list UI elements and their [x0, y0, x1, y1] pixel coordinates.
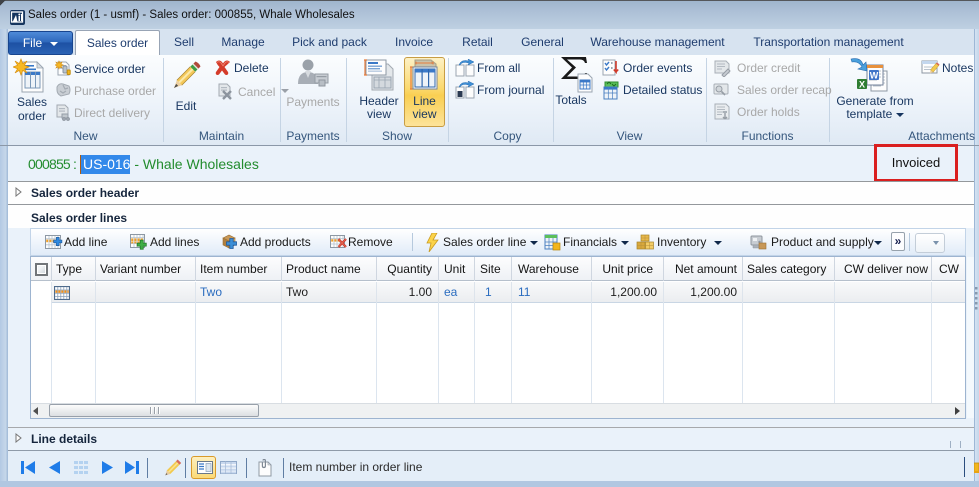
svg-text:X: X [859, 80, 865, 90]
svg-text:W: W [870, 71, 879, 81]
